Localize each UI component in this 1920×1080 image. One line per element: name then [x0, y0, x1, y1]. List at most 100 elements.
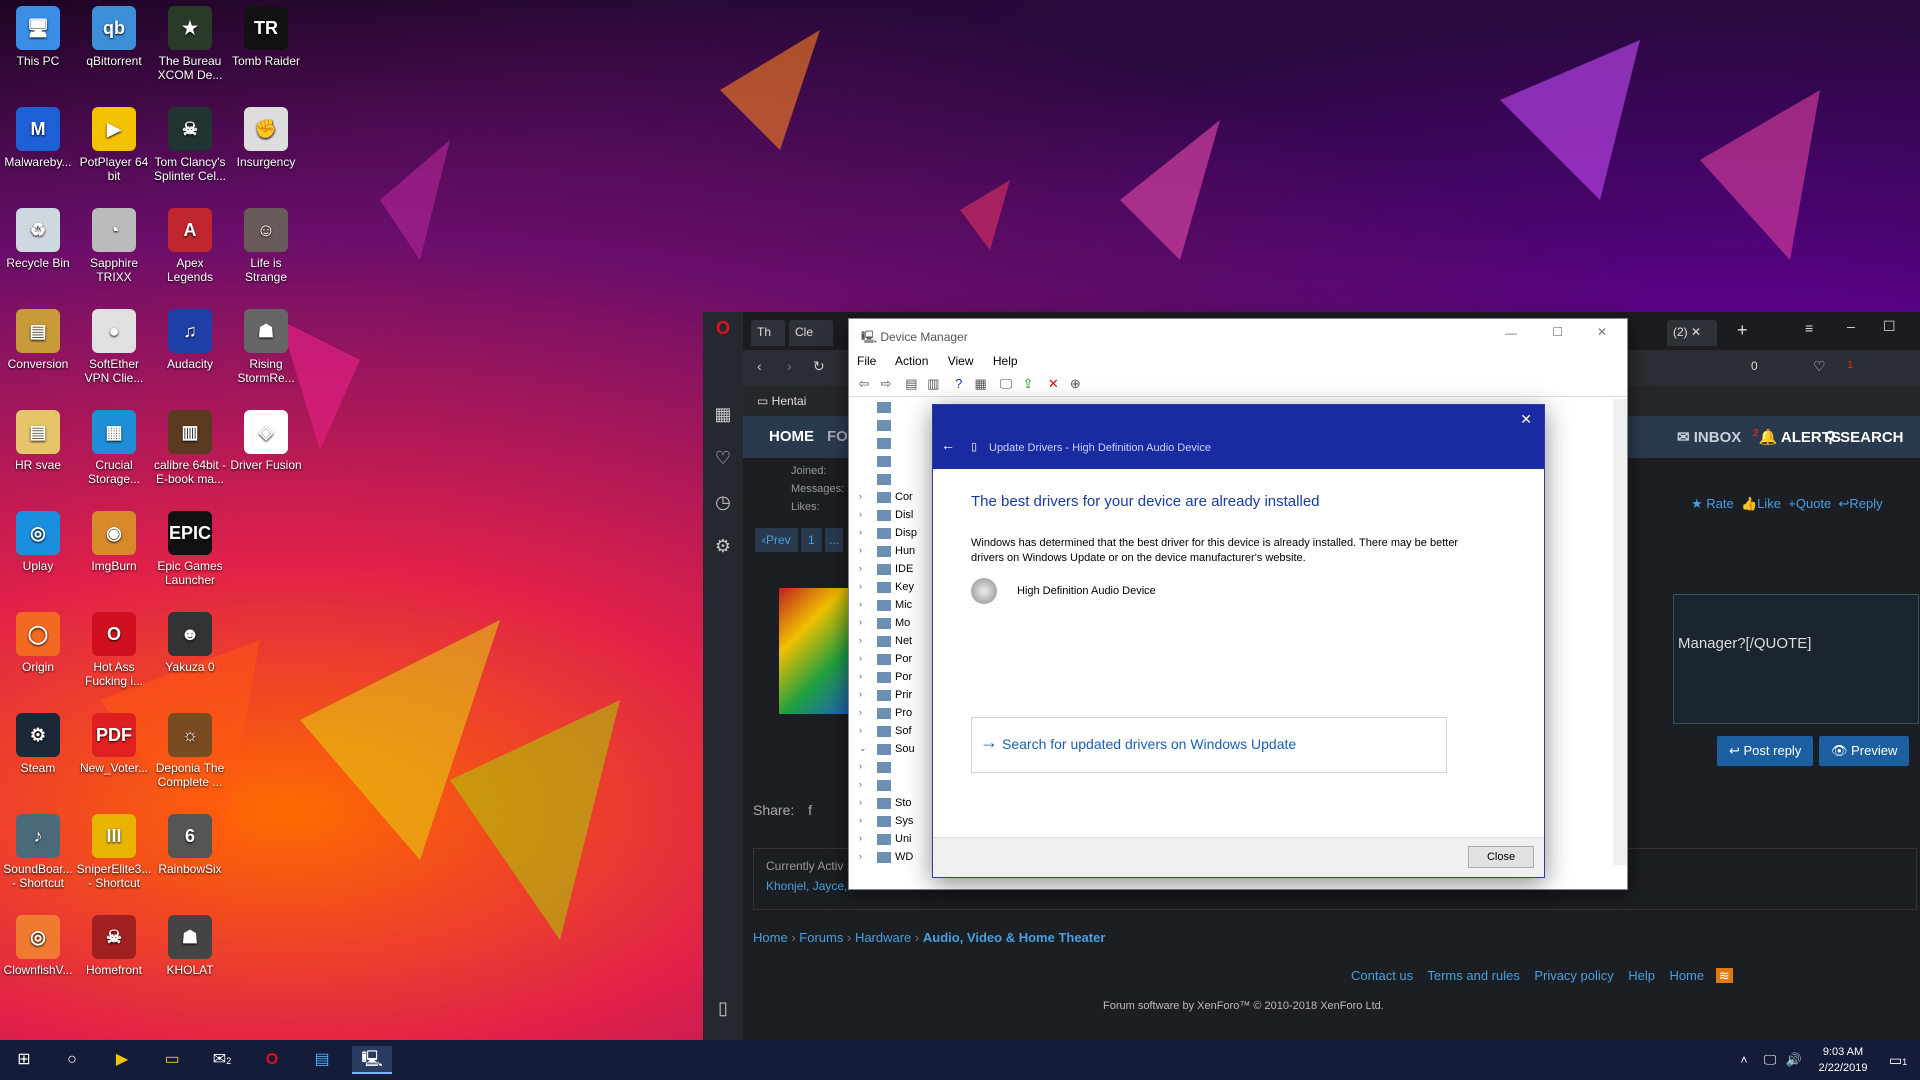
device-tree-item[interactable]: ⌄ Sou — [849, 741, 931, 759]
ublock-icon[interactable]: 1 — [1847, 359, 1853, 371]
pager-page-1[interactable]: 1 — [801, 528, 822, 552]
close-button[interactable]: Close — [1468, 846, 1534, 868]
tab-1[interactable]: Th — [751, 320, 785, 346]
help-icon[interactable]: ? — [950, 376, 968, 392]
menu-action[interactable]: Action — [895, 354, 928, 368]
expand-chevron-icon[interactable]: › — [859, 779, 862, 789]
expand-chevron-icon[interactable]: › — [859, 527, 862, 537]
desktop-shortcut[interactable]: ☠ Homefront — [76, 915, 152, 977]
speed-dial-icon[interactable]: ▦ — [713, 404, 733, 424]
rate-link[interactable]: ★ Rate — [1691, 496, 1734, 511]
desktop-shortcut[interactable]: ● SoftEther VPN Clie... — [76, 309, 152, 385]
expand-chevron-icon[interactable]: › — [859, 707, 862, 717]
expand-chevron-icon[interactable]: › — [859, 761, 862, 771]
uninstall-icon[interactable]: ✕ — [1044, 376, 1062, 392]
device-tree-item[interactable] — [849, 399, 931, 417]
sidebar-toggle-icon[interactable]: ▯ — [713, 998, 733, 1018]
tab-3[interactable]: (2) ✕ — [1667, 320, 1717, 346]
footer-privacy[interactable]: Privacy policy — [1534, 968, 1613, 983]
add-driver-icon[interactable]: ⇪ — [1019, 376, 1037, 392]
close-icon[interactable]: ✕ — [1597, 325, 1607, 339]
mail-icon[interactable]: ✉2 — [208, 1046, 236, 1074]
expand-chevron-icon[interactable]: › — [859, 491, 862, 501]
expand-chevron-icon[interactable]: › — [859, 563, 862, 573]
desktop-shortcut[interactable]: ★ The Bureau XCOM De... — [152, 6, 228, 82]
footer-contact[interactable]: Contact us — [1351, 968, 1413, 983]
desktop-shortcut[interactable]: ♻ Recycle Bin — [0, 208, 76, 270]
device-tree-item[interactable]: › Por — [849, 669, 931, 687]
breadcrumb-forums[interactable]: Forums — [799, 930, 843, 945]
desktop-shortcut[interactable]: A Apex Legends — [152, 208, 228, 284]
properties-icon[interactable]: ▤ — [902, 376, 920, 392]
expand-chevron-icon[interactable]: › — [859, 617, 862, 627]
device-tree-item[interactable]: › WD — [849, 849, 931, 867]
expand-chevron-icon[interactable]: › — [859, 635, 862, 645]
desktop-shortcut[interactable]: 6 RainbowSix — [152, 814, 228, 876]
desktop-shortcut[interactable]: ♪ SoundBoar... - Shortcut — [0, 814, 76, 890]
desktop-shortcut[interactable]: ◉ ImgBurn — [76, 511, 152, 573]
expand-chevron-icon[interactable]: › — [859, 689, 862, 699]
forward-icon[interactable]: ⇨ — [877, 376, 895, 392]
pager-prev[interactable]: ‹Prev — [755, 528, 798, 552]
device-tree-item[interactable]: › Mo — [849, 615, 931, 633]
device-tree-item[interactable] — [849, 417, 931, 435]
device-tree-item[interactable]: › Prir — [849, 687, 931, 705]
breadcrumb-hardware[interactable]: Hardware — [855, 930, 911, 945]
desktop-shortcut[interactable]: ◯ Origin — [0, 612, 76, 674]
dialog-back-icon[interactable]: ← — [941, 437, 955, 453]
device-tree-item[interactable]: › Cor — [849, 489, 931, 507]
quote-link[interactable]: +Quote — [1788, 496, 1831, 511]
opera-icon[interactable]: O — [258, 1046, 286, 1074]
device-tree-item[interactable]: › Sto — [849, 795, 931, 813]
desktop-shortcut[interactable]: ▤ HR svae — [0, 410, 76, 472]
device-tree-item[interactable] — [849, 453, 931, 471]
desktop-shortcut[interactable]: 🖥 This PC — [0, 6, 76, 68]
maximize-icon[interactable]: ☐ — [1552, 325, 1563, 339]
menu-view[interactable]: View — [948, 354, 974, 368]
desktop-shortcut[interactable]: ☠ Tom Clancy's Splinter Cel... — [152, 107, 228, 183]
desktop-shortcut[interactable]: III SniperElite3... - Shortcut — [76, 814, 152, 890]
expand-chevron-icon[interactable]: › — [859, 581, 862, 591]
footer-home[interactable]: Home — [1669, 968, 1704, 983]
app-icon[interactable]: ▤ — [308, 1046, 336, 1074]
expand-chevron-icon[interactable]: › — [859, 671, 862, 681]
reload-icon[interactable]: ↻ — [813, 358, 825, 375]
forward-icon[interactable]: › — [787, 358, 792, 374]
user-avatar[interactable] — [779, 588, 849, 714]
desktop-shortcut[interactable]: ☻ Yakuza 0 — [152, 612, 228, 674]
desktop-shortcut[interactable]: ◔ Sapphire TRIXX — [76, 208, 152, 284]
breadcrumb-home[interactable]: Home — [753, 930, 788, 945]
desktop-shortcut[interactable]: ◎ ClownfishV... — [0, 915, 76, 977]
desktop-shortcut[interactable]: M Malwareby... — [0, 107, 76, 169]
notification-icon[interactable]: ▭1 — [1884, 1046, 1912, 1074]
reply-editor[interactable]: Manager?[/QUOTE] — [1673, 594, 1919, 724]
device-tree-item[interactable]: › Net — [849, 633, 931, 651]
device-tree-item[interactable]: › Sof — [849, 723, 931, 741]
bookmark-hentai[interactable]: Hentai — [772, 394, 807, 408]
device-tree-item[interactable]: › Uni — [849, 831, 931, 849]
nav-home[interactable]: HOME — [769, 428, 814, 445]
desktop-shortcut[interactable]: ☼ Deponia The Complete ... — [152, 713, 228, 789]
device-tree-item[interactable]: › — [849, 759, 931, 777]
desktop-shortcut[interactable]: ☺ Life is Strange — [228, 208, 304, 284]
facebook-icon[interactable]: f — [808, 802, 812, 818]
desktop-shortcut[interactable]: qb qBittorrent — [76, 6, 152, 68]
desktop-shortcut[interactable]: ▦ Crucial Storage... — [76, 410, 152, 486]
tray-chevron-icon[interactable]: ˄ — [1730, 1046, 1758, 1074]
device-tree-item[interactable]: › Por — [849, 651, 931, 669]
footer-terms[interactable]: Terms and rules — [1427, 968, 1519, 983]
expand-chevron-icon[interactable]: › — [859, 851, 862, 861]
list-icon[interactable]: ▥ — [924, 376, 942, 392]
history-icon[interactable]: ◷ — [713, 492, 733, 512]
new-tab-button[interactable]: + — [1737, 320, 1748, 341]
clock[interactable]: 9:03 AM 2/22/2019 — [1808, 1044, 1878, 1076]
reply-link[interactable]: ↩Reply — [1839, 496, 1883, 511]
back-icon[interactable]: ⇦ — [855, 376, 873, 392]
expand-chevron-icon[interactable]: › — [859, 797, 862, 807]
expand-chevron-icon[interactable]: ⌄ — [859, 743, 867, 754]
nav-forums[interactable]: FO — [827, 428, 848, 445]
pager-ellipsis[interactable]: ... — [825, 528, 844, 552]
device-tree-item[interactable]: › Sys — [849, 813, 931, 831]
desktop-shortcut[interactable]: ◎ Uplay — [0, 511, 76, 573]
scan-icon[interactable]: 🖵 — [997, 376, 1015, 392]
